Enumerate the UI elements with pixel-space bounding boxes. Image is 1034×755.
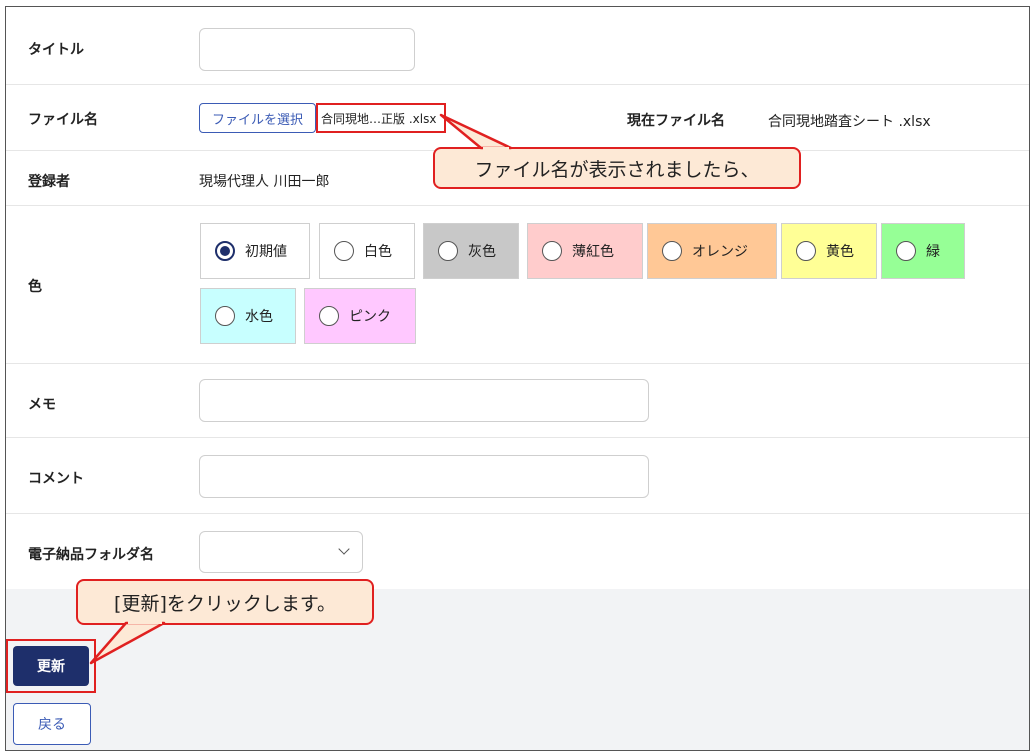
chevron-down-icon: [338, 543, 350, 555]
comment-row: コメント: [6, 438, 1029, 514]
update-button[interactable]: 更新: [13, 646, 89, 686]
color-option[interactable]: 黄色: [781, 223, 877, 279]
color-option[interactable]: 薄紅色: [527, 223, 643, 279]
radio-icon[interactable]: [662, 241, 682, 261]
color-option[interactable]: 白色: [319, 223, 415, 279]
radio-icon[interactable]: [334, 241, 354, 261]
selected-file-name: 合同現地…正版 .xlsx: [316, 103, 446, 133]
comment-label: コメント: [28, 471, 84, 487]
registrant-label: 登録者: [28, 174, 70, 190]
radio-icon[interactable]: [438, 241, 458, 261]
radio-icon[interactable]: [215, 306, 235, 326]
file-callout: ファイル名が表示されましたら、: [433, 147, 801, 189]
choose-file-button[interactable]: ファイルを選択: [199, 103, 316, 133]
back-button[interactable]: 戻る: [13, 703, 91, 745]
color-option[interactable]: オレンジ: [647, 223, 777, 279]
radio-icon[interactable]: [319, 306, 339, 326]
color-option-label: 初期値: [245, 244, 287, 260]
title-row: タイトル: [6, 7, 1029, 85]
title-label: タイトル: [28, 42, 84, 58]
color-option-label: 水色: [245, 309, 273, 325]
memo-row: メモ: [6, 364, 1029, 438]
color-option[interactable]: ピンク: [304, 288, 416, 344]
color-label: 色: [28, 279, 42, 295]
memo-input[interactable]: [199, 379, 649, 422]
color-option-label: 白色: [364, 244, 392, 260]
registrant-value: 現場代理人 川田一郎: [199, 174, 330, 190]
color-option-label: 緑: [926, 244, 940, 260]
radio-icon[interactable]: [796, 241, 816, 261]
radio-icon[interactable]: [542, 241, 562, 261]
form-frame: タイトル ファイル名 ファイルを選択 合同現地…正版 .xlsx 現在ファイル名…: [5, 6, 1030, 751]
folder-select[interactable]: [199, 531, 363, 573]
color-option[interactable]: 緑: [881, 223, 965, 279]
color-option-label: ピンク: [349, 309, 391, 325]
update-callout: [更新]をクリックします。: [76, 579, 374, 625]
title-input[interactable]: [199, 28, 415, 71]
color-option-label: 薄紅色: [572, 244, 614, 260]
memo-label: メモ: [28, 397, 56, 413]
folder-label: 電子納品フォルダ名: [28, 547, 154, 563]
color-option[interactable]: 灰色: [423, 223, 519, 279]
color-option[interactable]: 水色: [200, 288, 296, 344]
color-option-label: 灰色: [468, 244, 496, 260]
color-option-label: 黄色: [826, 244, 854, 260]
comment-input[interactable]: [199, 455, 649, 498]
color-option-label: オレンジ: [692, 244, 748, 260]
current-file-value: 合同現地踏査シート .xlsx: [768, 114, 931, 130]
radio-checked-icon[interactable]: [215, 241, 235, 261]
radio-icon[interactable]: [896, 241, 916, 261]
current-file-label: 現在ファイル名: [627, 113, 725, 129]
color-option[interactable]: 初期値: [200, 223, 310, 279]
file-label: ファイル名: [28, 112, 98, 128]
